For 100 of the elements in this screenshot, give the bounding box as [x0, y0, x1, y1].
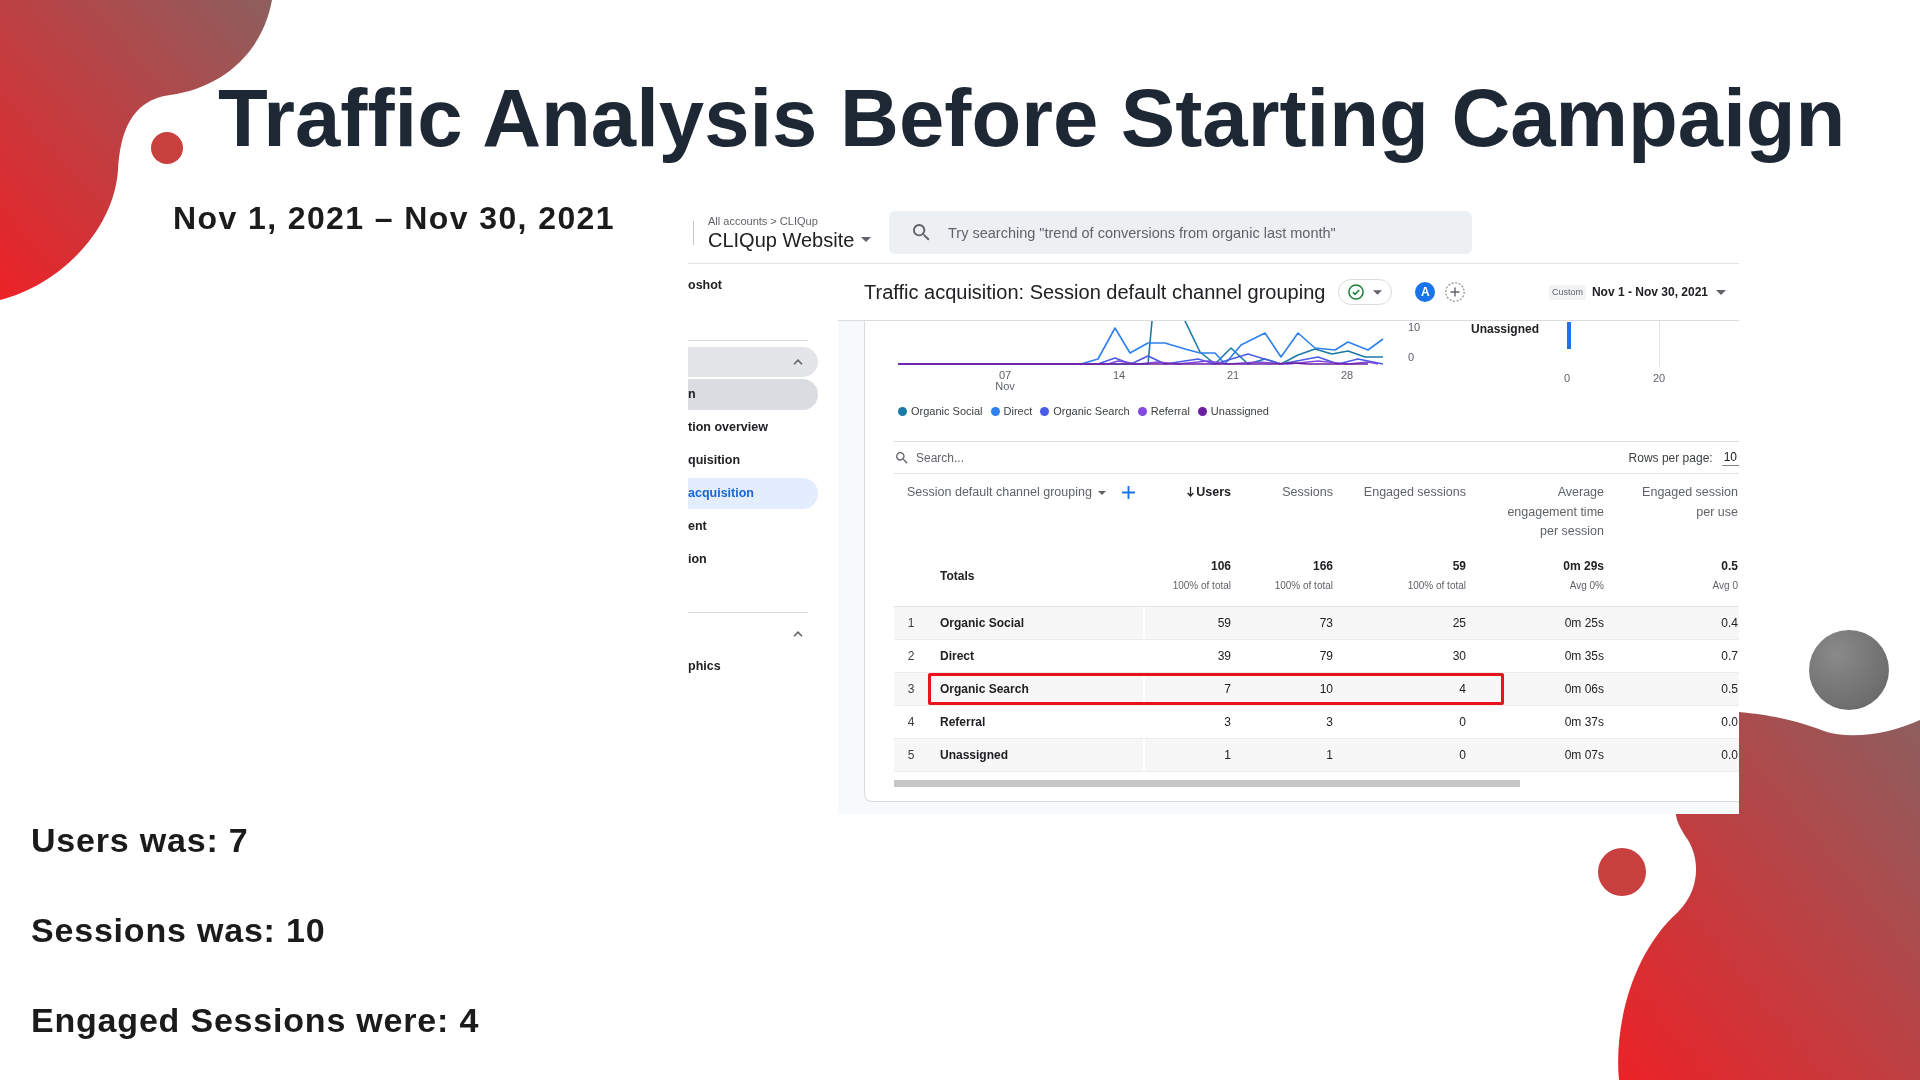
row-number: 4	[907, 715, 915, 729]
table-cell: 7	[1224, 682, 1231, 696]
legend-label[interactable]: Organic Social	[911, 405, 983, 417]
table-cell: 25	[1452, 616, 1466, 630]
decor-dot	[151, 132, 183, 164]
total-value: 106	[1210, 557, 1231, 574]
caret-icon	[1716, 289, 1726, 295]
table-cell: 0m 06s	[1564, 682, 1604, 696]
table-cell: 0m 07s	[1564, 748, 1604, 762]
axis-label: 0	[1563, 372, 1571, 384]
dimension-selector[interactable]: Session default channel grouping	[907, 483, 1106, 503]
total-value: 166	[1312, 557, 1333, 574]
sidebar-item[interactable]: phics	[688, 659, 721, 674]
plus-circle-icon[interactable]	[1445, 282, 1466, 302]
table-cell: 0	[1459, 748, 1466, 762]
column-header[interactable]: Sessions	[1282, 483, 1333, 503]
legend-label[interactable]: Direct	[1003, 405, 1033, 417]
channel-name: Unassigned	[940, 748, 1008, 762]
axis-label: 0	[1408, 351, 1415, 363]
table-cell: 0.0	[1721, 715, 1738, 729]
search-field[interactable]: Search...	[894, 447, 1194, 468]
chevron-up-icon[interactable]	[793, 359, 803, 365]
property-selector[interactable]: CLIQup Website	[708, 227, 872, 252]
sidebar-item[interactable]: oshot	[688, 278, 723, 293]
scrollbar[interactable]	[894, 780, 1520, 787]
chevron-up-icon[interactable]	[793, 631, 803, 637]
table-cell: 0.7	[1721, 649, 1738, 663]
axis-label: 07	[998, 370, 1012, 381]
row-number: 2	[907, 649, 915, 663]
channel-name: Referral	[940, 715, 986, 729]
date-tag: Custom	[1548, 284, 1586, 300]
chart-bar	[1567, 322, 1571, 349]
table-cell: 4	[1459, 682, 1466, 696]
legend-label[interactable]: Referral	[1150, 405, 1190, 417]
date-range-selector[interactable]: Nov 1 - Nov 30, 2021	[1591, 285, 1726, 299]
status-dropdown[interactable]	[1338, 279, 1393, 305]
legend-label[interactable]: Organic Search	[1053, 405, 1130, 417]
total-note: Avg 0%	[1569, 578, 1604, 593]
table-cell: 1	[1224, 748, 1231, 762]
caret-icon	[861, 237, 872, 242]
table-cell: 3	[1326, 715, 1333, 729]
finding-text: Users was: 7	[31, 823, 249, 857]
total-note: 100% of total	[1407, 578, 1466, 593]
channel-name: Organic Social	[940, 616, 1025, 630]
table-row[interactable]: 5 Unassigned 1 1 0 0m 07s 0.0	[894, 739, 1739, 772]
comparison-avatar[interactable]: A	[1415, 282, 1436, 302]
table-cell: 3	[1224, 715, 1231, 729]
total-value: 59	[1452, 557, 1466, 574]
sidebar-item[interactable]: ion	[688, 552, 707, 567]
breadcrumb[interactable]: All accounts > CLIQup	[708, 213, 818, 228]
caret-icon	[1097, 490, 1106, 495]
row-number: 5	[907, 748, 915, 762]
finding-text: Sessions was: 10	[31, 913, 326, 947]
legend-label[interactable]: Unassigned	[1210, 405, 1269, 417]
table-cell: 0m 35s	[1564, 649, 1604, 663]
channel-name: Direct	[940, 649, 974, 663]
channel-name: Organic Search	[940, 682, 1029, 696]
table-cell: 0m 37s	[1564, 715, 1604, 729]
table-row[interactable]: 3 Organic Search 7 10 4 0m 06s 0.5	[894, 673, 1739, 706]
column-header[interactable]: Average engagement time per session	[1500, 483, 1604, 542]
table-cell: 30	[1452, 649, 1466, 663]
finding-text: Engaged Sessions were: 4	[31, 1003, 480, 1037]
table-cell: 0m 25s	[1564, 616, 1604, 630]
plus-icon[interactable]	[1121, 486, 1135, 500]
total-value: 0.5	[1721, 557, 1738, 574]
column-header[interactable]: Engaged session per use	[1634, 483, 1738, 522]
sidebar-item[interactable]: ent	[688, 519, 707, 534]
sidebar-item[interactable]: tion overview	[688, 420, 768, 435]
search-field[interactable]: Try searching "trend of conversions from organic last month"	[889, 211, 1472, 254]
table-cell: 0.4	[1721, 616, 1738, 630]
axis-label: 10	[1408, 321, 1421, 333]
sidebar-item[interactable]: acquisition	[688, 478, 818, 509]
total-note: Avg 0	[1712, 578, 1738, 593]
table-cell: 1	[1326, 748, 1333, 762]
table-cell: 10	[1319, 682, 1333, 696]
column-header[interactable]: Users	[1187, 483, 1231, 503]
caret-icon	[1373, 289, 1383, 295]
rows-per-page-label: Rows per page:	[1628, 450, 1713, 465]
rows-per-page-select[interactable]: 10	[1721, 449, 1739, 466]
total-value: 0m 29s	[1563, 557, 1604, 574]
axis-label: 14	[1112, 370, 1126, 381]
table-cell: 0	[1459, 715, 1466, 729]
axis-label: 21	[1226, 370, 1240, 381]
sidebar-item[interactable]: n	[688, 379, 818, 410]
table-cell: 59	[1217, 616, 1231, 630]
table-cell: 79	[1319, 649, 1333, 663]
table-cell: 39	[1217, 649, 1231, 663]
search-icon	[896, 451, 908, 464]
sidebar-item[interactable]: quisition	[688, 453, 741, 468]
totals-label: Totals	[940, 568, 975, 583]
axis-label: 20	[1652, 372, 1666, 384]
table-row[interactable]: 1 Organic Social 59 73 25 0m 25s 0.4	[894, 607, 1739, 640]
date-range: Nov 1, 2021 – Nov 30, 2021	[173, 202, 615, 234]
search-icon	[913, 224, 930, 241]
decor-dot	[1598, 848, 1646, 896]
table-cell: 73	[1319, 616, 1333, 630]
axis-label: Nov	[995, 381, 1015, 392]
check-circle-icon	[1348, 284, 1365, 300]
table-cell: 0.0	[1721, 748, 1738, 762]
column-header[interactable]: Engaged sessions	[1363, 483, 1466, 503]
